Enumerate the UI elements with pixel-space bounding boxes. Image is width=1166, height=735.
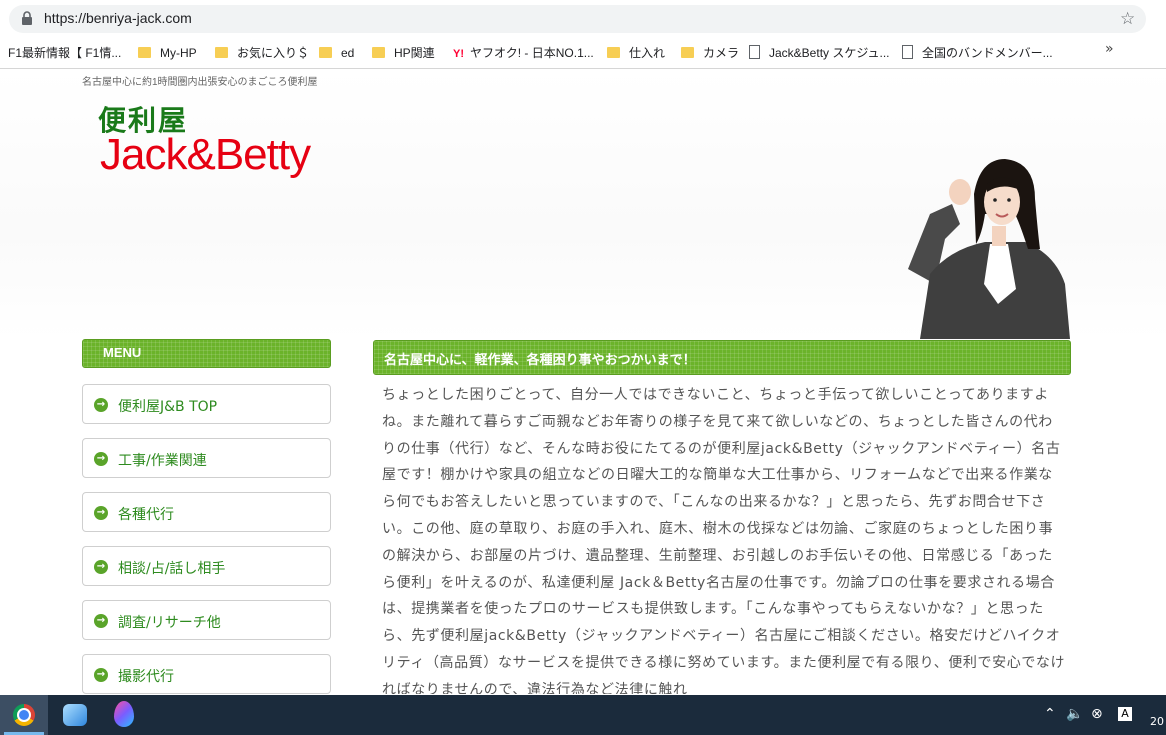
- content-body-text: ちょっとした困りごとって、自分一人ではできないこと、ちょっと手伝って欲しいことっ…: [382, 387, 1066, 694]
- menu-item-proxy[interactable]: → 各種代行: [82, 492, 331, 532]
- bookmark-label: HP関連: [394, 46, 435, 60]
- menu-item-photography[interactable]: → 撮影代行: [82, 654, 331, 694]
- bookmark-item[interactable]: F1最新情報【 F1情...: [8, 44, 121, 62]
- bookmark-label: 全国のバンドメンバー...: [922, 46, 1053, 60]
- bookmark-label: お気に入り＄: [237, 46, 310, 60]
- browser-address-bar: https://benriya-jack.com ☆: [0, 0, 1166, 38]
- site-tagline: 名古屋中心に約1時間圏内出張安心のまごころ便利屋: [82, 77, 318, 88]
- taskbar-clock[interactable]: 20: [1150, 715, 1164, 728]
- bookmark-label: My-HP: [160, 46, 197, 60]
- bookmark-label: 仕入れ: [629, 46, 666, 60]
- arrow-right-icon: →: [94, 560, 108, 574]
- bookmarks-bar: F1最新情報【 F1情... My-HP お気に入り＄ ed HP関連 Y! ヤフ…: [0, 38, 1166, 69]
- bookmark-label: F1最新情報【 F1情...: [8, 46, 122, 60]
- bookmark-item[interactable]: HP関連: [372, 44, 435, 62]
- arrow-right-icon: →: [94, 398, 108, 412]
- chrome-icon: [13, 704, 35, 726]
- menu-item-consultation[interactable]: → 相談/占/話し相手: [82, 546, 331, 586]
- menu-item-label: 各種代行: [118, 507, 174, 523]
- taskbar-chrome-button[interactable]: [0, 695, 48, 735]
- bookmark-label: ヤフオク! - 日本NO.1...: [470, 46, 594, 60]
- network-disconnected-icon[interactable]: ⊗: [1091, 706, 1103, 722]
- bookmark-item[interactable]: ed: [319, 44, 354, 62]
- bookmark-item[interactable]: 仕入れ: [607, 44, 665, 62]
- bookmark-item[interactable]: 全国のバンドメンバー...: [902, 44, 1053, 62]
- menu-item-label: 相談/占/話し相手: [118, 561, 226, 577]
- menu-item-label: 便利屋J&B TOP: [118, 399, 218, 415]
- bookmark-item[interactable]: My-HP: [138, 44, 197, 62]
- menu-item-label: 撮影代行: [118, 669, 174, 685]
- bookmark-label: ed: [341, 46, 355, 60]
- arrow-right-icon: →: [94, 452, 108, 466]
- web-page: 名古屋中心に約1時間圏内出張安心のまごころ便利屋 便利屋 Jack&Betty …: [0, 69, 1166, 694]
- adobe-icon[interactable]: A: [1118, 707, 1132, 721]
- folder-icon: [215, 47, 228, 58]
- mail-app-icon[interactable]: [63, 704, 87, 726]
- bookmark-label: カメラ: [703, 46, 740, 60]
- arrow-right-icon: →: [94, 614, 108, 628]
- menu-item-top[interactable]: → 便利屋J&B TOP: [82, 384, 331, 424]
- bookmark-item[interactable]: Jack&Betty スケジュ...: [749, 44, 890, 62]
- arrow-right-icon: →: [94, 668, 108, 682]
- folder-icon: [372, 47, 385, 58]
- folder-icon: [681, 47, 694, 58]
- menu-item-construction[interactable]: → 工事/作業関連: [82, 438, 331, 478]
- tray-chevron-up-icon[interactable]: ⌃: [1044, 706, 1056, 722]
- taskbar: ⌃ 🔈 ⊗ A 20: [0, 695, 1166, 735]
- menu-item-label: 工事/作業関連: [118, 453, 207, 469]
- bookmark-item[interactable]: お気に入り＄: [215, 44, 309, 62]
- document-icon: [749, 45, 760, 59]
- bookmark-label: Jack&Betty スケジュ...: [769, 46, 890, 60]
- folder-icon: [607, 47, 620, 58]
- bookmark-star-icon[interactable]: ☆: [1120, 10, 1135, 28]
- paint-app-icon[interactable]: [114, 701, 134, 727]
- folder-icon: [138, 47, 151, 58]
- hero-person-image: [908, 159, 1070, 339]
- url-text[interactable]: https://benriya-jack.com: [44, 10, 192, 26]
- bookmarks-overflow-icon[interactable]: »: [1105, 41, 1114, 57]
- menu-header: MENU: [82, 339, 331, 368]
- yahoo-icon: Y!: [453, 48, 464, 60]
- volume-icon[interactable]: 🔈: [1066, 706, 1083, 722]
- content-heading: 名古屋中心に、軽作業、各種困り事やおつかいまで！: [373, 340, 1071, 375]
- lock-icon: [22, 11, 32, 25]
- bookmark-item[interactable]: カメラ: [681, 44, 739, 62]
- folder-icon: [319, 47, 332, 58]
- document-icon: [902, 45, 913, 59]
- bookmark-item[interactable]: Y! ヤフオク! - 日本NO.1...: [453, 44, 594, 62]
- site-logo[interactable]: Jack&Betty: [100, 129, 311, 181]
- arrow-right-icon: →: [94, 506, 108, 520]
- menu-item-research[interactable]: → 調査/リサーチ他: [82, 600, 331, 640]
- menu-item-label: 調査/リサーチ他: [118, 615, 221, 631]
